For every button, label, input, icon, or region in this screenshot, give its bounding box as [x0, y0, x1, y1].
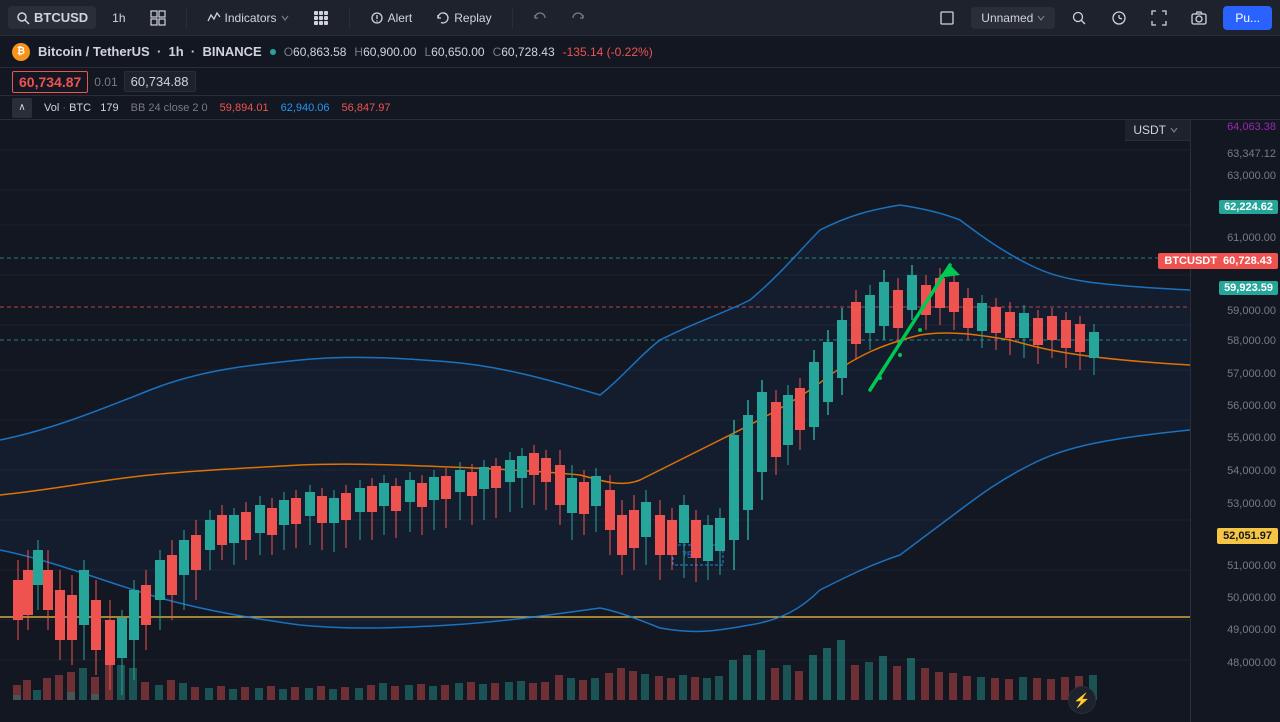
indicators-icon — [207, 11, 221, 25]
chart-container: USDT — [0, 120, 1280, 722]
camera-icon — [1191, 10, 1207, 26]
clock-icon — [1111, 10, 1127, 26]
price-level-49000: 49,000.00 — [1227, 624, 1276, 636]
price-level-59923: 59,923.59 — [1219, 280, 1278, 294]
alert-label: Alert — [388, 11, 413, 25]
price-level-btcusdt: BTCUSDT 60,728.43 — [1158, 253, 1278, 269]
price-level-57000: 57,000.00 — [1227, 368, 1276, 380]
current-price: 60,734.87 — [12, 71, 88, 93]
replay-label: Replay — [454, 11, 491, 25]
layout-button[interactable] — [142, 6, 174, 30]
price-level-62224: 62,224.62 — [1219, 200, 1278, 214]
bb-val1: 59,894.01 — [220, 102, 269, 114]
price-change: -135.14 (-0.22%) — [563, 45, 653, 59]
apps-icon — [313, 10, 329, 26]
sep1 — [186, 8, 187, 28]
currency-chevron-icon — [1170, 126, 1178, 134]
workspace-icon-button[interactable] — [931, 6, 963, 30]
high-value: H60,900.00 — [354, 45, 416, 59]
toolbar: BTCUSD 1h Indicators — [0, 0, 1280, 36]
price-level-63000: 63,000.00 — [1227, 170, 1276, 182]
undo-button[interactable] — [525, 7, 555, 29]
prev-close: 60,734.88 — [124, 71, 196, 92]
symbol-text: BTCUSD — [34, 10, 88, 25]
live-dot — [270, 49, 276, 55]
layout-icon — [150, 10, 166, 26]
price-level-63347: 63,347.12 — [1227, 148, 1276, 160]
symbol-full-name: Bitcoin / TetherUS · 1h · BINANCE — [38, 44, 262, 59]
price-level-52051: 52,051.97 — [1217, 528, 1278, 542]
toolbar-left: BTCUSD 1h Indicators — [8, 6, 593, 30]
btc-icon: ₿ — [12, 43, 30, 61]
vol-indicator: Vol · BTC 179 — [44, 102, 119, 114]
alert-button[interactable]: Alert — [362, 7, 421, 29]
collapse-button[interactable]: ∧ — [12, 98, 32, 118]
price-increment: 0.01 — [94, 75, 117, 89]
bb-val3: 56,847.97 — [342, 102, 391, 114]
chart-main[interactable]: USDT — [0, 120, 1190, 722]
indicator-bar: ∧ Vol · BTC 179 BB 24 close 2 0 59,894.0… — [0, 96, 1280, 120]
price-level-61000: 61,000.00 — [1227, 232, 1276, 244]
price-axis: 64,063.38 63,347.12 63,000.00 62,224.62 … — [1190, 120, 1280, 722]
search-button[interactable] — [1063, 6, 1095, 30]
sep2 — [349, 8, 350, 28]
apps-button[interactable] — [305, 6, 337, 30]
redo-button[interactable] — [563, 7, 593, 29]
lightning-button[interactable]: ⚡ — [1068, 686, 1096, 714]
magnify-icon — [1071, 10, 1087, 26]
price-level-58000: 58,000.00 — [1227, 335, 1276, 347]
price-level-50000: 50,000.00 — [1227, 592, 1276, 604]
redo-icon — [571, 11, 585, 25]
close-value: C60,728.43 — [493, 45, 555, 59]
chart-svg: 756 — [0, 120, 1190, 722]
symbol-badge[interactable]: BTCUSD — [8, 6, 96, 29]
currency-label[interactable]: USDT — [1125, 120, 1190, 141]
replay-button[interactable]: Replay — [428, 7, 499, 29]
toolbar-right: Unnamed — [931, 6, 1272, 30]
timeframe-label: 1h — [112, 11, 125, 25]
alert-icon — [370, 11, 384, 25]
chevron-down-icon — [281, 14, 289, 22]
indicators-label: Indicators — [225, 11, 277, 25]
open-value: O60,863.58 — [284, 45, 347, 59]
indicators-button[interactable]: Indicators — [199, 7, 297, 29]
bb-indicator-label: BB 24 close 2 0 — [131, 102, 208, 114]
price-level-55000: 55,000.00 — [1227, 432, 1276, 444]
low-value: L60,650.00 — [424, 45, 484, 59]
workspace-label: Unnamed — [981, 11, 1033, 25]
undo-icon — [533, 11, 547, 25]
screenshot-button[interactable] — [1183, 6, 1215, 30]
publish-button[interactable]: Pu... — [1223, 6, 1272, 30]
workspace-selector[interactable]: Unnamed — [971, 7, 1055, 29]
fullscreen-button[interactable] — [1143, 6, 1175, 30]
timeframe-button[interactable]: 1h — [104, 7, 133, 29]
fullscreen-icon — [1151, 10, 1167, 26]
bb-val2: 62,940.06 — [281, 102, 330, 114]
price-level-64063: 64,063.38 — [1227, 121, 1276, 133]
price-level-56000: 56,000.00 — [1227, 400, 1276, 412]
symbol-info-bar: ₿ Bitcoin / TetherUS · 1h · BINANCE O60,… — [0, 36, 1280, 68]
workspace-chevron-icon — [1037, 14, 1045, 22]
search-icon — [16, 11, 30, 25]
price-level-51000: 51,000.00 — [1227, 560, 1276, 572]
clock-button[interactable] — [1103, 6, 1135, 30]
price-level-59000: 59,000.00 — [1227, 305, 1276, 317]
sep3 — [512, 8, 513, 28]
price-level-54000: 54,000.00 — [1227, 465, 1276, 477]
replay-icon — [436, 11, 450, 25]
price-bar: 60,734.87 0.01 60,734.88 — [0, 68, 1280, 96]
price-level-48000: 48,000.00 — [1227, 657, 1276, 669]
workspace-square-icon — [939, 10, 955, 26]
price-level-53000: 53,000.00 — [1227, 498, 1276, 510]
publish-label: Pu... — [1235, 11, 1260, 25]
